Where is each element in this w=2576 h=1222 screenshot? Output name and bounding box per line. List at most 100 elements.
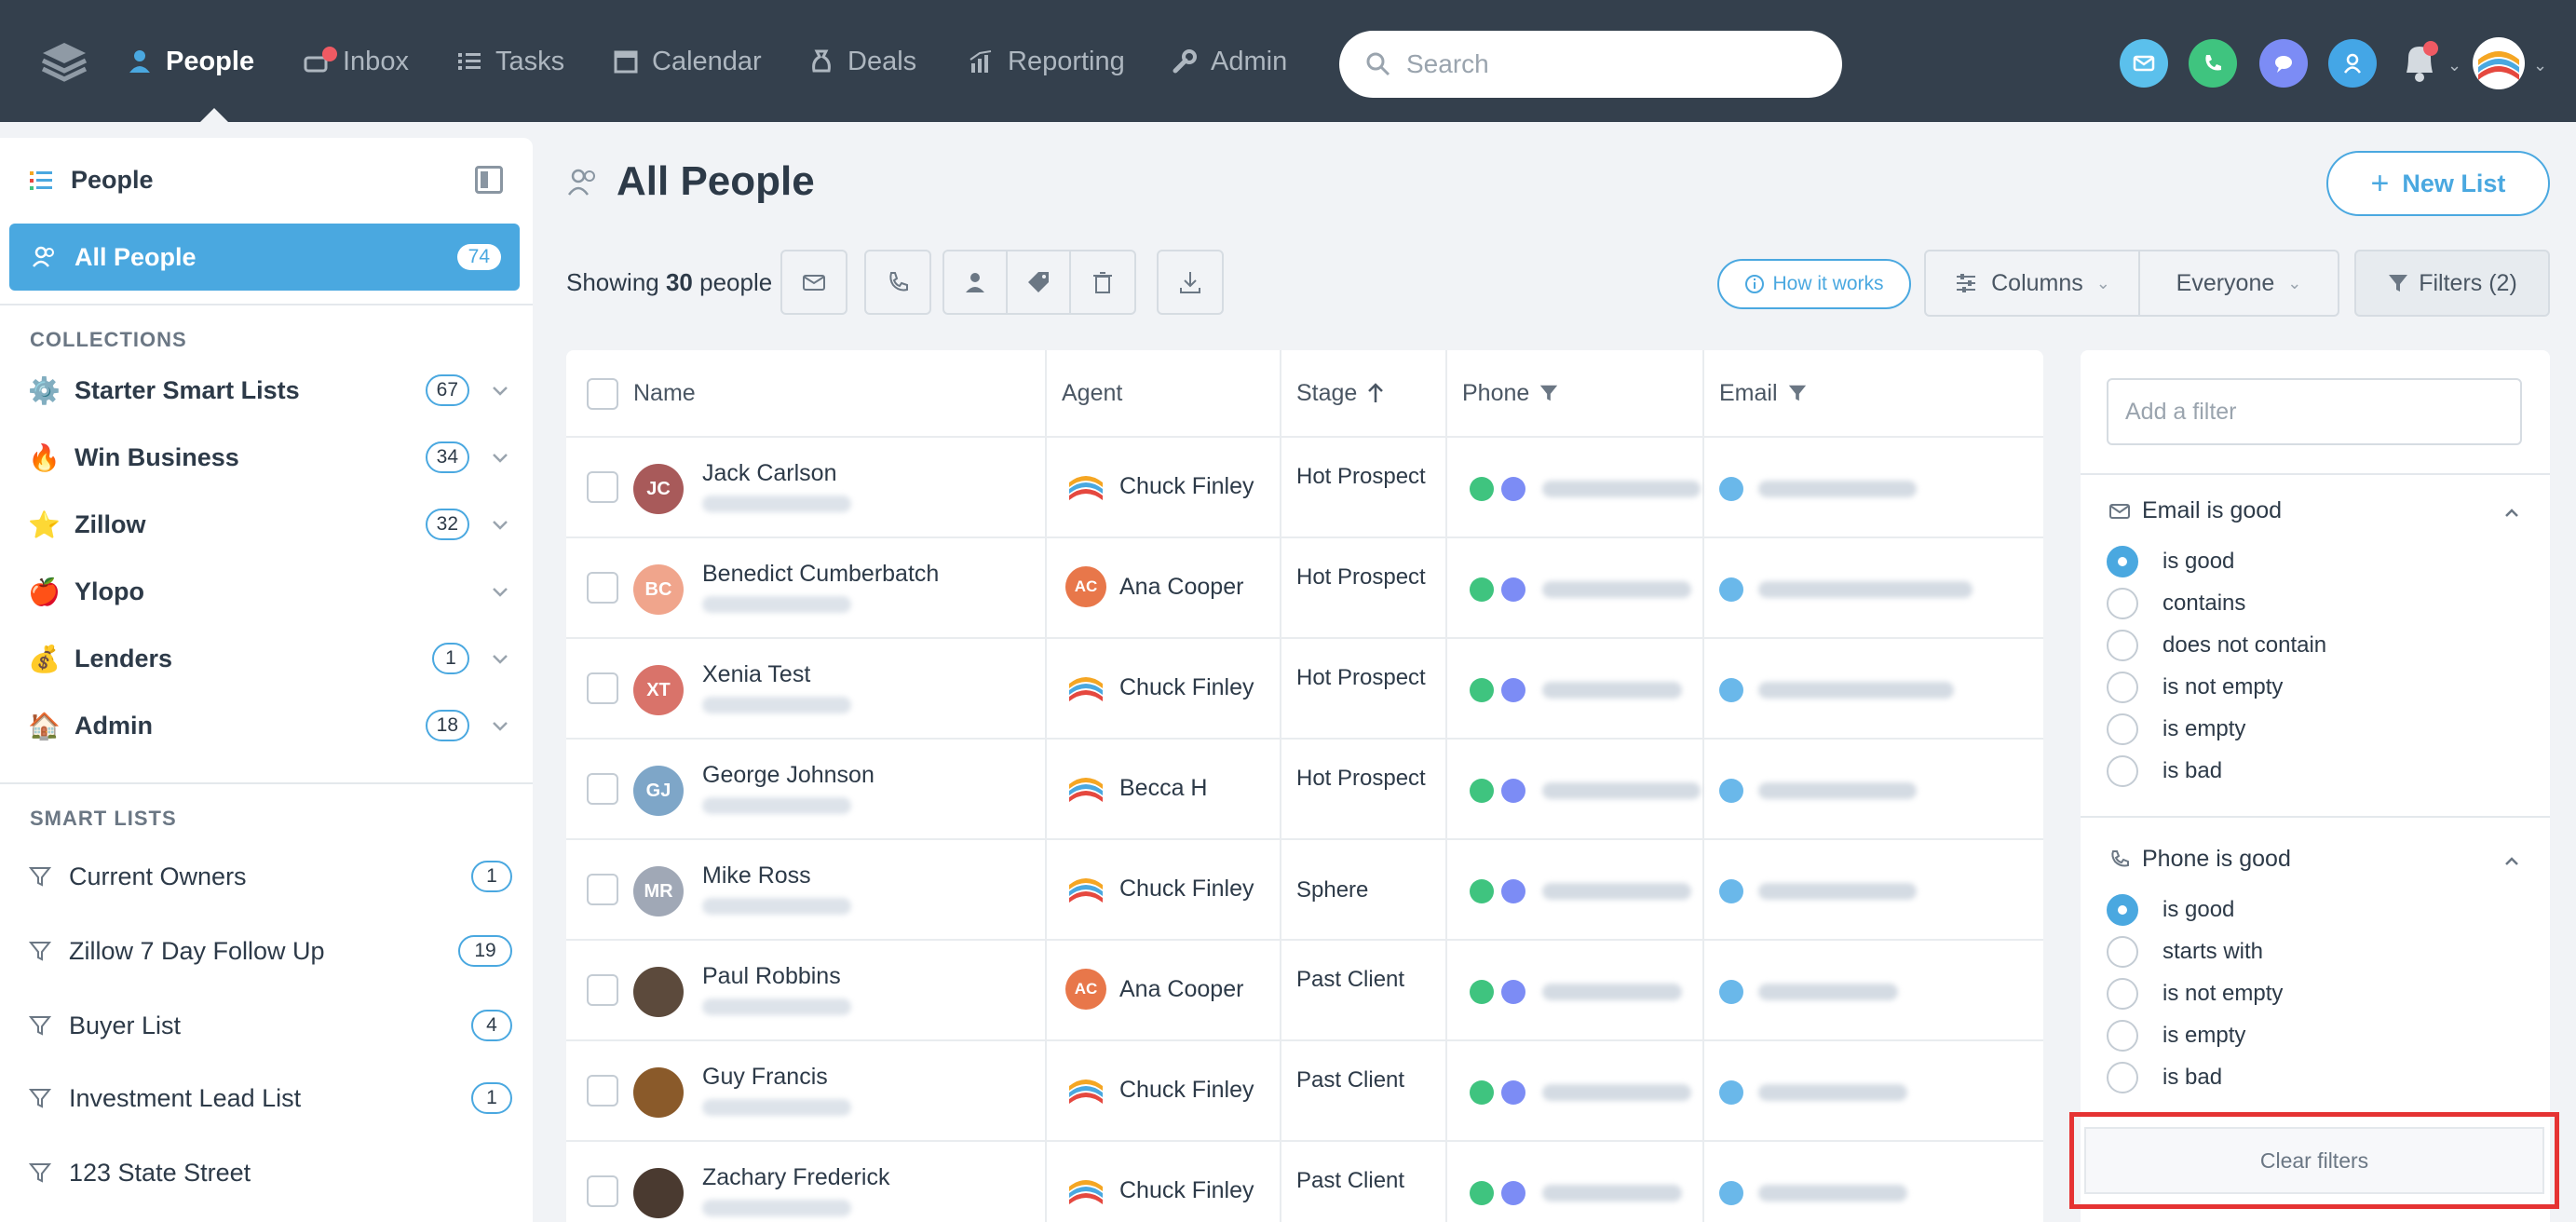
radio-option[interactable]: is empty bbox=[2107, 713, 2245, 745]
row-checkbox[interactable] bbox=[587, 572, 618, 604]
radio-option[interactable]: is bad bbox=[2107, 755, 2222, 787]
header-stage[interactable]: Stage bbox=[1296, 350, 1385, 436]
chat-bubble-icon[interactable] bbox=[1501, 577, 1525, 602]
email-filter-header[interactable]: Email is good bbox=[2108, 497, 2282, 524]
new-list-button[interactable]: + New List bbox=[2326, 151, 2550, 216]
chevron-down-icon[interactable] bbox=[488, 378, 512, 402]
agent-cell[interactable]: Chuck Finley bbox=[1065, 667, 1254, 708]
radio-button[interactable] bbox=[2107, 936, 2138, 968]
tag-button[interactable] bbox=[1008, 251, 1071, 313]
envelope-icon[interactable] bbox=[1719, 779, 1743, 803]
collection-starter-smart-lists[interactable]: ⚙️ Starter Smart Lists 67 bbox=[28, 367, 512, 414]
table-row[interactable]: GJ George Johnson Becca H Hot Prospect bbox=[566, 740, 2043, 840]
radio-button[interactable] bbox=[2107, 1062, 2138, 1093]
email-redacted[interactable] bbox=[1758, 883, 1917, 900]
nav-reporting[interactable]: Reporting bbox=[969, 43, 1125, 80]
phone-number-redacted[interactable] bbox=[1542, 682, 1682, 699]
radio-option[interactable]: is not empty bbox=[2107, 978, 2283, 1010]
phone-number-redacted[interactable] bbox=[1542, 1084, 1691, 1101]
email-redacted[interactable] bbox=[1758, 984, 1898, 1000]
top-person-button[interactable] bbox=[2328, 39, 2377, 88]
select-all-checkbox[interactable] bbox=[587, 378, 618, 410]
phone-icon[interactable] bbox=[1470, 980, 1494, 1004]
header-email[interactable]: Email bbox=[1719, 350, 1808, 436]
person-name[interactable]: Jack Carlson bbox=[702, 460, 837, 487]
smart-list-current-owners[interactable]: Current Owners 1 bbox=[28, 853, 512, 900]
chevron-down-icon[interactable] bbox=[488, 579, 512, 604]
agent-cell[interactable]: Chuck Finley bbox=[1065, 466, 1254, 507]
phone-icon[interactable] bbox=[1470, 1080, 1494, 1105]
email-redacted[interactable] bbox=[1758, 682, 1954, 699]
sidebar-collapse-icon[interactable] bbox=[475, 166, 503, 194]
collection-admin[interactable]: 🏠 Admin 18 bbox=[28, 702, 512, 749]
radio-option[interactable]: is good bbox=[2107, 894, 2234, 926]
smart-list-zillow-7-day[interactable]: Zillow 7 Day Follow Up 19 bbox=[28, 928, 512, 974]
email-redacted[interactable] bbox=[1758, 1084, 1907, 1101]
table-row[interactable]: Guy Francis Chuck Finley Past Client bbox=[566, 1041, 2043, 1142]
top-email-button[interactable] bbox=[2120, 39, 2168, 88]
table-row[interactable]: Paul Robbins AC Ana Cooper Past Client bbox=[566, 941, 2043, 1041]
envelope-icon[interactable] bbox=[1719, 577, 1743, 602]
agent-cell[interactable]: Chuck Finley bbox=[1065, 868, 1254, 909]
email-redacted[interactable] bbox=[1758, 581, 1973, 598]
smart-list-buyer-list[interactable]: Buyer List 4 bbox=[28, 1002, 512, 1049]
top-phone-button[interactable] bbox=[2189, 39, 2237, 88]
chevron-down-icon[interactable] bbox=[488, 512, 512, 536]
radio-button[interactable] bbox=[2107, 713, 2138, 745]
phone-number-redacted[interactable] bbox=[1542, 984, 1682, 1000]
phone-number-redacted[interactable] bbox=[1542, 782, 1701, 799]
header-name[interactable]: Name bbox=[633, 350, 696, 436]
radio-option[interactable]: is empty bbox=[2107, 1020, 2245, 1052]
search-input[interactable] bbox=[1406, 49, 1816, 79]
person-name[interactable]: Guy Francis bbox=[702, 1064, 828, 1091]
radio-option[interactable]: is good bbox=[2107, 546, 2234, 577]
table-row[interactable]: BC Benedict Cumberbatch AC Ana Cooper Hot Pr… bbox=[566, 538, 2043, 639]
agent-cell[interactable]: Chuck Finley bbox=[1065, 1170, 1254, 1211]
chevron-down-icon[interactable] bbox=[488, 646, 512, 671]
clear-filters-button[interactable]: Clear filters bbox=[2084, 1127, 2544, 1194]
table-row[interactable]: JC Jack Carlson Chuck Finley Hot Prospect bbox=[566, 438, 2043, 538]
radio-button[interactable] bbox=[2107, 630, 2138, 661]
chat-bubble-icon[interactable] bbox=[1501, 980, 1525, 1004]
chat-bubble-icon[interactable] bbox=[1501, 678, 1525, 702]
smart-list-investment-lead[interactable]: Investment Lead List 1 bbox=[28, 1075, 512, 1121]
row-checkbox[interactable] bbox=[587, 1175, 618, 1207]
radio-button[interactable] bbox=[2107, 894, 2138, 926]
chat-bubble-icon[interactable] bbox=[1501, 879, 1525, 903]
nav-tasks[interactable]: Tasks bbox=[456, 43, 564, 80]
table-row[interactable]: Zachary Frederick Chuck Finley Past Client bbox=[566, 1142, 2043, 1222]
person-name[interactable]: Paul Robbins bbox=[702, 963, 841, 990]
chevron-up-icon[interactable] bbox=[2501, 503, 2522, 523]
envelope-icon[interactable] bbox=[1719, 477, 1743, 501]
top-chat-button[interactable] bbox=[2259, 39, 2308, 88]
chevron-down-icon[interactable]: ⌄ bbox=[2447, 56, 2461, 75]
bulk-email-button[interactable] bbox=[782, 251, 846, 313]
radio-button[interactable] bbox=[2107, 546, 2138, 577]
radio-option[interactable]: contains bbox=[2107, 588, 2245, 619]
radio-button[interactable] bbox=[2107, 588, 2138, 619]
nav-calendar[interactable]: Calendar bbox=[613, 43, 762, 80]
agent-cell[interactable]: Becca H bbox=[1065, 767, 1207, 808]
phone-icon[interactable] bbox=[1470, 477, 1494, 501]
agent-cell[interactable]: AC Ana Cooper bbox=[1065, 969, 1243, 1010]
radio-option[interactable]: does not contain bbox=[2107, 630, 2326, 661]
agent-cell[interactable]: Chuck Finley bbox=[1065, 1069, 1254, 1110]
bulk-call-button[interactable] bbox=[866, 251, 929, 313]
email-redacted[interactable] bbox=[1758, 782, 1917, 799]
sidebar-item-all-people[interactable]: All People 74 bbox=[9, 224, 520, 291]
row-checkbox[interactable] bbox=[587, 874, 618, 905]
phone-filter-header[interactable]: Phone is good bbox=[2108, 846, 2291, 873]
chat-bubble-icon[interactable] bbox=[1501, 779, 1525, 803]
export-button[interactable] bbox=[1159, 251, 1222, 313]
envelope-icon[interactable] bbox=[1719, 879, 1743, 903]
search-box[interactable] bbox=[1339, 31, 1842, 98]
radio-option[interactable]: is bad bbox=[2107, 1062, 2222, 1093]
row-checkbox[interactable] bbox=[587, 672, 618, 704]
nav-deals[interactable]: Deals bbox=[808, 43, 916, 80]
nav-inbox[interactable]: Inbox bbox=[304, 43, 409, 80]
phone-number-redacted[interactable] bbox=[1542, 581, 1691, 598]
agent-cell[interactable]: AC Ana Cooper bbox=[1065, 566, 1243, 607]
everyone-dropdown[interactable]: Everyone ⌄ bbox=[2140, 251, 2338, 315]
email-redacted[interactable] bbox=[1758, 1185, 1907, 1202]
person-name[interactable]: Zachary Frederick bbox=[702, 1164, 889, 1191]
